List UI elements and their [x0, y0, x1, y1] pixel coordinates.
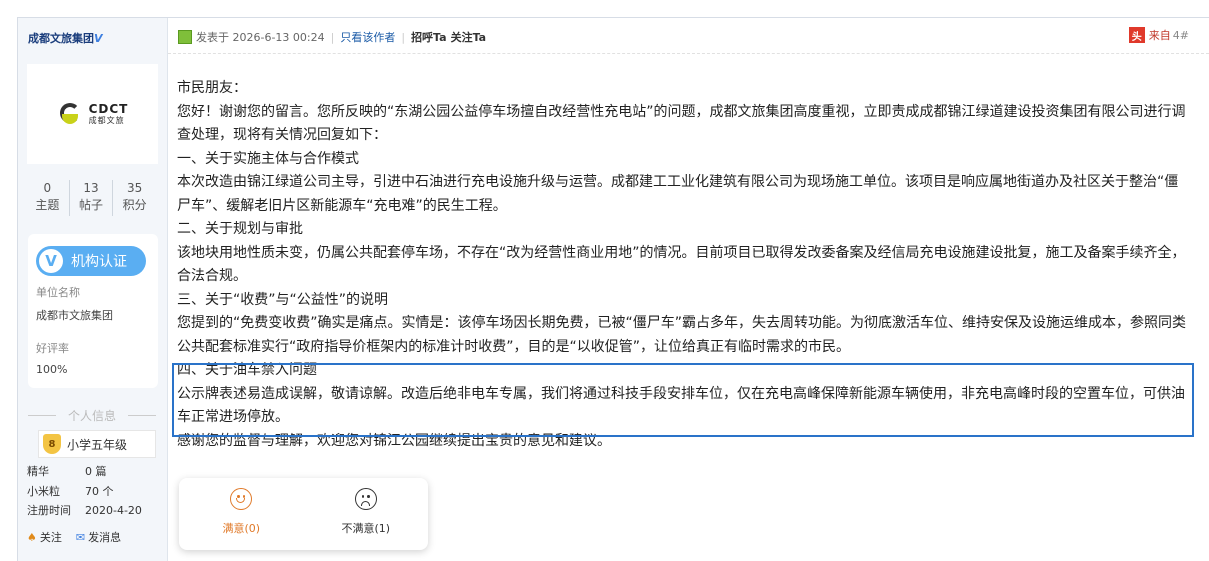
- post-meta: 发表于 2026-6-13 00:24 | 只看该作者 | 招呼Ta 关注Ta: [178, 29, 490, 45]
- smile-icon: [230, 488, 253, 510]
- meta-grains: 小米粒 70 个: [27, 483, 114, 499]
- section-heading: 三、关于“收费”与“公益性”的说明: [177, 291, 389, 308]
- certification-card: V 机构认证 单位名称 成都市文旅集团 好评率 100%: [28, 234, 158, 388]
- section-paragraph: 本次改造由锦江绿道公司主导，引进中石油进行充电设施升级与运营。成都建工工业化建筑…: [177, 174, 1179, 214]
- verified-icon: V: [39, 249, 63, 273]
- level-name: 小学五年级: [67, 437, 128, 452]
- logo-sub-text: 成都文旅: [88, 116, 125, 125]
- follow-author-link[interactable]: 关注Ta: [451, 29, 487, 45]
- personal-info-title: 个人信息: [26, 407, 158, 424]
- satisfied-label: 满意(0): [222, 522, 261, 535]
- level-shield-icon: 8: [43, 434, 61, 454]
- divider: |: [330, 30, 335, 44]
- cdct-logo-icon: [57, 101, 83, 127]
- rating-box: 满意(0) 不满意(1): [179, 478, 428, 550]
- logo-main-text: CDCT: [88, 102, 129, 116]
- message-label: 发消息: [88, 531, 122, 544]
- stat-value: 13: [83, 181, 99, 195]
- org-cert-label: 机构认证: [71, 254, 127, 270]
- divider: |: [401, 30, 406, 44]
- stat-value: 0: [43, 181, 52, 195]
- author-sidebar: 成都文旅集团V CDCT 成都文旅 0 主题 13 帖子 35 积分 V 机构认…: [18, 18, 168, 561]
- follow-icon: ♠: [27, 531, 37, 544]
- only-author-link[interactable]: 只看该作者: [340, 29, 395, 45]
- stat-label: 主题: [35, 198, 60, 212]
- section-heading: 一、关于实施主体与合作模式: [177, 150, 359, 167]
- meta-value: 2020-4-20: [85, 504, 142, 517]
- unit-name-label: 单位名称: [36, 286, 80, 299]
- stat-points[interactable]: 35 积分: [113, 180, 156, 216]
- section-paragraph: 该地块用地性质未变，仍属公共配套停车场，不存在“改为经营性商业用地”的情况。目前…: [177, 244, 1186, 285]
- satisfied-button[interactable]: 满意(0): [179, 478, 304, 550]
- meta-register-date: 注册时间 2020-4-20: [27, 502, 142, 518]
- intro-paragraph: 您好！谢谢您的留言。您所反映的“东湖公园公益停车场擅自改经营性充电站”的问题，成…: [177, 103, 1186, 144]
- greeting-line: 市民朋友：: [177, 80, 247, 96]
- post-time: 发表于 2026-6-13 00:24: [196, 31, 325, 44]
- stat-value: 35: [127, 181, 143, 195]
- author-name-text[interactable]: 成都文旅集团: [28, 32, 94, 45]
- frown-icon: [354, 488, 377, 510]
- unsatisfied-button[interactable]: 不满意(1): [304, 478, 429, 550]
- meta-label: 精华: [27, 465, 49, 478]
- stat-posts[interactable]: 13 帖子: [70, 180, 114, 216]
- section-heading: 二、关于规划与审批: [177, 221, 303, 237]
- post-source: 头 来自 4#: [1128, 27, 1189, 43]
- verified-v-icon: V: [94, 32, 103, 45]
- online-status-icon: [178, 30, 192, 44]
- source-label: 来自: [1148, 29, 1171, 42]
- sidebar-actions: ♠ 关注 ✉ 发消息: [27, 529, 121, 545]
- post-header: 发表于 2026-6-13 00:24 | 只看该作者 | 招呼Ta 关注Ta …: [168, 18, 1209, 54]
- follow-label: 关注: [39, 531, 62, 544]
- toutiao-icon: 头: [1128, 27, 1145, 43]
- rating-rate-value: 100%: [36, 363, 68, 376]
- author-name[interactable]: 成都文旅集团V: [28, 30, 103, 46]
- stat-topics[interactable]: 0 主题: [26, 180, 70, 216]
- org-cert-button[interactable]: V 机构认证: [36, 246, 146, 276]
- greet-link[interactable]: 招呼Ta: [411, 29, 447, 45]
- meta-label: 注册时间: [27, 504, 71, 517]
- user-level-badge[interactable]: 8 小学五年级: [38, 430, 156, 458]
- meta-value: 0 篇: [85, 465, 107, 478]
- stat-label: 帖子: [79, 198, 104, 212]
- stat-label: 积分: [122, 198, 147, 212]
- message-button[interactable]: ✉ 发消息: [76, 529, 121, 545]
- floor-number[interactable]: 4#: [1173, 29, 1189, 42]
- user-stats: 0 主题 13 帖子 35 积分: [26, 180, 156, 216]
- meta-label: 小米粒: [27, 485, 60, 498]
- mail-icon: ✉: [75, 531, 86, 544]
- rating-rate-label: 好评率: [36, 342, 69, 355]
- meta-value: 70 个: [85, 485, 114, 498]
- unsatisfied-label: 不满意(1): [341, 522, 391, 535]
- section-paragraph: 您提到的“免费变收费”确实是痛点。实情是：该停车场因长期免费，已被“僵尸车”霸占…: [177, 315, 1187, 355]
- highlight-box: [172, 363, 1194, 437]
- unit-name-value: 成都市文旅集团: [36, 309, 113, 322]
- avatar[interactable]: CDCT 成都文旅: [27, 64, 158, 164]
- follow-button[interactable]: ♠ 关注: [27, 529, 62, 545]
- logo-text: CDCT 成都文旅: [89, 103, 129, 125]
- meta-essence: 精华 0 篇: [27, 463, 107, 479]
